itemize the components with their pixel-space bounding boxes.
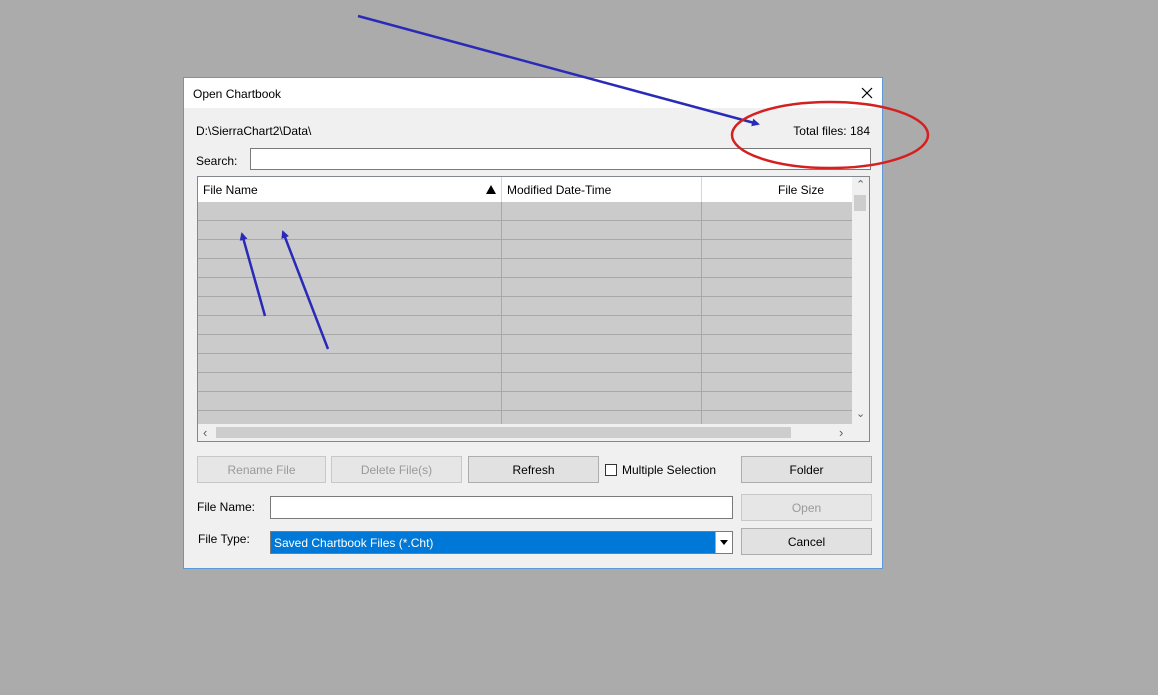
total-files-count: Total files: 184 — [793, 124, 870, 138]
close-button[interactable] — [852, 78, 882, 108]
table-row[interactable] — [198, 221, 852, 240]
current-path: D:\SierraChart2\Data\ — [196, 124, 312, 138]
list-rows — [198, 202, 852, 430]
table-cell — [502, 335, 702, 353]
multiple-selection-checkbox[interactable] — [605, 464, 617, 476]
title-bar[interactable]: Open Chartbook — [184, 78, 882, 108]
table-cell — [502, 316, 702, 334]
chevron-down-icon — [720, 540, 728, 545]
column-header-file-size[interactable]: File Size — [702, 177, 852, 202]
table-cell — [198, 221, 502, 239]
table-row[interactable] — [198, 316, 852, 335]
open-chartbook-dialog: Open Chartbook D:\SierraChart2\Data\ Tot… — [183, 77, 883, 569]
file-type-select[interactable]: Saved Chartbook Files (*.Cht) — [270, 531, 733, 554]
file-type-dropdown-button[interactable] — [715, 532, 732, 553]
rename-file-button[interactable]: Rename File — [197, 456, 326, 483]
table-row[interactable] — [198, 297, 852, 316]
search-input[interactable] — [250, 148, 871, 170]
scroll-left-icon[interactable]: ‹ — [203, 426, 207, 439]
table-cell — [702, 259, 852, 277]
table-cell — [502, 202, 702, 220]
table-cell — [502, 240, 702, 258]
table-cell — [198, 354, 502, 372]
table-cell — [198, 316, 502, 334]
table-cell — [702, 335, 852, 353]
table-cell — [702, 373, 852, 391]
file-type-label: File Type: — [198, 532, 250, 546]
column-header-modified[interactable]: Modified Date-Time — [502, 177, 702, 202]
open-button[interactable]: Open — [741, 494, 872, 521]
table-cell — [198, 373, 502, 391]
dialog-title: Open Chartbook — [193, 87, 282, 101]
search-label: Search: — [196, 154, 238, 168]
table-cell — [502, 354, 702, 372]
table-row[interactable] — [198, 278, 852, 297]
file-name-input[interactable] — [270, 496, 733, 519]
table-cell — [702, 316, 852, 334]
table-cell — [502, 392, 702, 410]
table-cell — [702, 392, 852, 410]
table-cell — [198, 240, 502, 258]
table-cell — [198, 259, 502, 277]
table-row[interactable] — [198, 335, 852, 354]
table-row[interactable] — [198, 240, 852, 259]
table-row[interactable] — [198, 392, 852, 411]
table-cell — [702, 297, 852, 315]
table-cell — [502, 221, 702, 239]
table-cell — [502, 297, 702, 315]
table-cell — [198, 297, 502, 315]
scroll-down-icon[interactable]: ⌄ — [856, 409, 865, 420]
table-cell — [502, 259, 702, 277]
folder-button[interactable]: Folder — [741, 456, 872, 483]
vertical-scrollbar[interactable]: ⌃ ⌄ — [852, 177, 869, 425]
scrollbar-corner — [852, 424, 869, 441]
table-cell — [702, 278, 852, 296]
vertical-scroll-thumb[interactable] — [854, 195, 866, 211]
table-cell — [702, 354, 852, 372]
scroll-right-icon[interactable]: › — [839, 426, 843, 439]
delete-files-button[interactable]: Delete File(s) — [331, 456, 462, 483]
refresh-button[interactable]: Refresh — [468, 456, 599, 483]
table-row[interactable] — [198, 354, 852, 373]
horizontal-scrollbar[interactable]: ‹ › — [198, 424, 852, 441]
table-cell — [502, 278, 702, 296]
table-row[interactable] — [198, 202, 852, 221]
multiple-selection-label: Multiple Selection — [622, 463, 717, 477]
file-list[interactable]: File Name Modified Date-Time File Size ⌃… — [197, 176, 870, 442]
table-cell — [198, 202, 502, 220]
scroll-up-icon[interactable]: ⌃ — [856, 180, 865, 191]
column-header-file-name[interactable]: File Name — [198, 177, 502, 202]
table-row[interactable] — [198, 373, 852, 392]
cancel-button[interactable]: Cancel — [741, 528, 872, 555]
file-type-selected: Saved Chartbook Files (*.Cht) — [274, 536, 434, 550]
close-icon — [861, 87, 873, 99]
table-row[interactable] — [198, 259, 852, 278]
list-header: File Name Modified Date-Time File Size — [198, 177, 852, 203]
table-cell — [198, 278, 502, 296]
table-cell — [702, 240, 852, 258]
table-cell — [502, 373, 702, 391]
horizontal-scroll-thumb[interactable] — [216, 427, 791, 438]
table-cell — [198, 335, 502, 353]
sort-ascending-icon — [486, 185, 496, 194]
file-name-label: File Name: — [197, 500, 256, 514]
table-cell — [198, 392, 502, 410]
table-cell — [702, 202, 852, 220]
table-cell — [702, 221, 852, 239]
